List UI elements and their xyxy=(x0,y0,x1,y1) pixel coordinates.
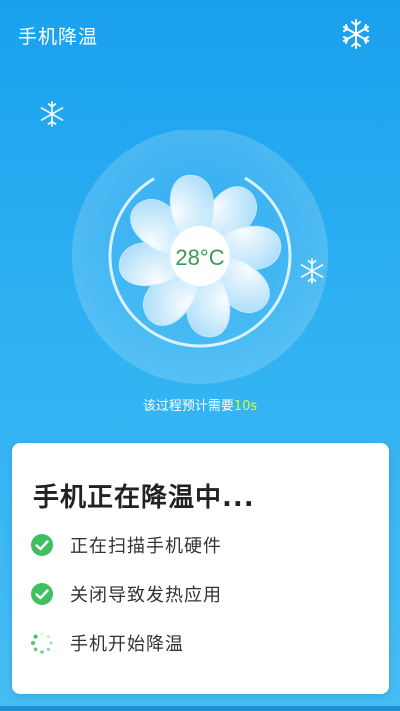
decorative-snowflake-icon xyxy=(40,101,64,127)
check-circle-icon xyxy=(31,583,53,605)
step-label: 关闭导致发热应用 xyxy=(70,585,222,606)
temperature-value: 28°C xyxy=(175,245,224,270)
cooling-status-title: 手机正在降温中... xyxy=(33,483,255,513)
estimate-text: 该过程预计需要10s xyxy=(0,395,400,414)
cooling-fan: 28°C xyxy=(72,130,328,384)
page-title: 手机降温 xyxy=(18,26,99,48)
estimate-prefix: 该过程预计需要 xyxy=(142,399,234,414)
loading-spinner-icon xyxy=(31,632,53,654)
bottom-edge xyxy=(0,706,400,711)
step-label: 手机开始降温 xyxy=(70,634,184,655)
step-item-close-apps: 关闭导致发热应用 xyxy=(30,581,222,607)
step-item-start-cooling: 手机开始降温 xyxy=(30,630,184,656)
estimate-time: 10s xyxy=(233,399,258,414)
cooling-progress-card: 手机正在降温中... 正在扫描手机硬件 关闭导致发热应用 手机开始降温 xyxy=(12,443,389,694)
step-label: 正在扫描手机硬件 xyxy=(70,536,222,557)
step-item-scan-hardware: 正在扫描手机硬件 xyxy=(30,532,222,558)
snowflake-icon[interactable] xyxy=(340,18,372,50)
check-circle-icon xyxy=(31,534,53,556)
